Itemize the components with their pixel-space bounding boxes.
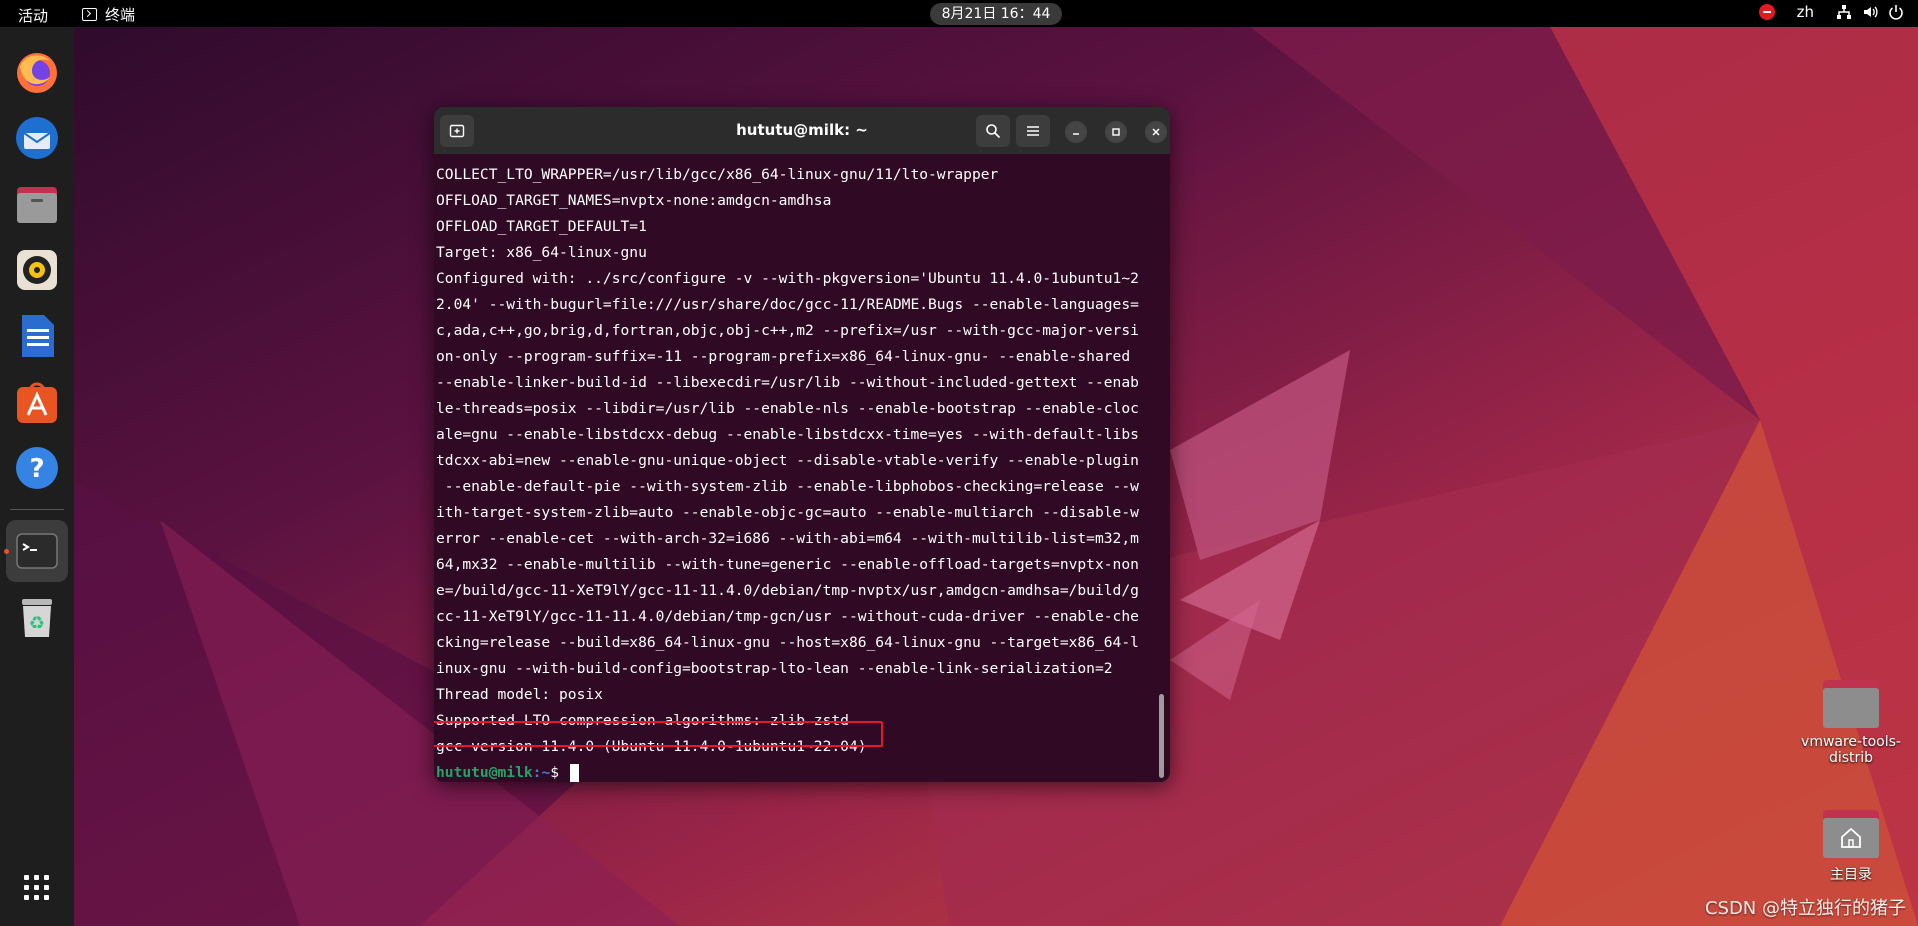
app-center-icon xyxy=(17,382,57,423)
firefox-launcher[interactable] xyxy=(12,47,62,97)
app-menu-terminal[interactable]: 终端 xyxy=(82,4,135,25)
prompt-symbol: $ xyxy=(550,764,560,781)
app-center-launcher[interactable] xyxy=(12,377,62,427)
thunderbird-icon xyxy=(16,117,58,159)
terminal-line: inux-gnu --with-build-config=bootstrap-l… xyxy=(436,660,1113,677)
files-launcher[interactable] xyxy=(12,179,62,229)
terminal-launcher[interactable] xyxy=(12,526,62,576)
terminal-line: 2.04' --with-bugurl=file:///usr/share/do… xyxy=(436,296,1139,313)
dock: ? ♻ xyxy=(0,27,74,926)
terminal-line: Configured with: ../src/configure -v --w… xyxy=(436,270,1139,287)
watermark: CSDN @特立独行的猪子 xyxy=(1704,898,1906,919)
app-menu-label: 终端 xyxy=(105,6,136,24)
system-tray: zh xyxy=(1758,3,1904,21)
do-not-disturb-icon[interactable] xyxy=(1758,4,1775,20)
trash-icon: ♻ xyxy=(22,599,52,637)
desktop-item-label: vmware-tools- xyxy=(1801,734,1901,750)
terminal-line: cc-11-XeT9lY/gcc-11-11.4.0/debian/tmp-gc… xyxy=(436,608,1139,625)
terminal-line: e=/build/gcc-11-XeT9lY/gcc-11-11.4.0/deb… xyxy=(436,582,1139,599)
rhythmbox-icon xyxy=(17,250,57,290)
trash-launcher[interactable]: ♻ xyxy=(12,593,62,643)
input-language-indicator[interactable]: zh xyxy=(1797,3,1814,21)
desktop-item-label: distrib xyxy=(1828,750,1874,766)
system-menu[interactable] xyxy=(1836,4,1904,20)
terminal-line: ale=gnu --enable-libstdcxx-debug --enabl… xyxy=(436,426,1139,443)
terminal-window[interactable]: hututu@milk: ~ COLLECT_LTO_WRAPPER=/usr/… xyxy=(434,107,1170,782)
search-icon xyxy=(986,124,1001,139)
files-icon xyxy=(17,187,57,223)
network-icon xyxy=(1837,5,1851,19)
terminal-cursor xyxy=(569,764,579,782)
prompt-path: :~ xyxy=(532,764,551,781)
terminal-small-icon xyxy=(82,8,97,21)
running-indicator xyxy=(4,549,9,554)
terminal-line: cking=release --build=x86_64-linux-gnu -… xyxy=(436,634,1139,651)
desktop-item-label: 主目录 xyxy=(1830,867,1872,883)
help-icon: ? xyxy=(16,447,58,489)
folder-icon xyxy=(1823,680,1879,728)
power-icon xyxy=(1889,5,1903,20)
search-button[interactable] xyxy=(976,115,1010,147)
terminal-line: Target: x86_64-linux-gnu xyxy=(436,244,647,261)
dock-separator xyxy=(10,509,64,510)
terminal-line: le-threads=posix --libdir=/usr/lib --ena… xyxy=(436,400,1139,417)
terminal-line: --enable-default-pie --with-system-zlib … xyxy=(436,478,1139,495)
maximize-icon xyxy=(1112,128,1120,136)
terminal-line: tdcxx-abi=new --enable-gnu-unique-object… xyxy=(436,452,1139,469)
thunderbird-launcher[interactable] xyxy=(12,113,62,163)
top-bar: 活动 终端 8月21日 16：44 zh xyxy=(0,0,1918,27)
svg-text:?: ? xyxy=(29,454,44,484)
menu-button[interactable] xyxy=(1016,115,1050,147)
highlight-annotation-box xyxy=(434,721,883,747)
show-apps-icon xyxy=(24,875,49,900)
terminal-icon xyxy=(16,533,58,569)
terminal-lines: COLLECT_LTO_WRAPPER=/usr/lib/gcc/x86_64-… xyxy=(436,162,1139,782)
minimize-button[interactable] xyxy=(1065,121,1087,143)
terminal-line: 64,mx32 --enable-multilib --with-tune=ge… xyxy=(436,556,1139,573)
firefox-icon xyxy=(17,53,57,93)
maximize-button[interactable] xyxy=(1105,121,1127,143)
help-launcher[interactable]: ? xyxy=(12,443,62,493)
close-button[interactable] xyxy=(1145,121,1167,143)
hamburger-menu-icon xyxy=(1027,126,1039,136)
terminal-line: Thread model: posix xyxy=(436,686,603,703)
terminal-line: ith-target-system-zlib=auto --enable-obj… xyxy=(436,504,1139,521)
rhythmbox-launcher[interactable] xyxy=(12,245,62,295)
terminal-titlebar[interactable]: hututu@milk: ~ xyxy=(434,107,1170,154)
terminal-scrollbar[interactable] xyxy=(1159,694,1164,778)
terminal-line: on-only --program-suffix=-11 --program-p… xyxy=(436,348,1131,365)
minimize-icon xyxy=(1073,133,1079,135)
svg-text:♻: ♻ xyxy=(29,613,45,634)
terminal-title: hututu@milk: ~ xyxy=(736,121,868,139)
activities-button[interactable]: 活动 xyxy=(18,5,48,26)
home-folder-icon xyxy=(1823,810,1879,858)
terminal-output[interactable]: COLLECT_LTO_WRAPPER=/usr/lib/gcc/x86_64-… xyxy=(434,154,1170,782)
terminal-line: OFFLOAD_TARGET_DEFAULT=1 xyxy=(436,218,647,235)
close-icon xyxy=(1152,128,1160,136)
home-icon xyxy=(1841,827,1861,848)
terminal-line: --enable-linker-build-id --libexecdir=/u… xyxy=(436,374,1139,391)
terminal-line: COLLECT_LTO_WRAPPER=/usr/lib/gcc/x86_64-… xyxy=(436,166,999,183)
desktop-folder-vmware-tools[interactable]: vmware-tools- distrib xyxy=(1796,680,1906,766)
writer-icon xyxy=(22,315,54,357)
clock-button[interactable]: 8月21日 16：44 xyxy=(930,3,1062,25)
show-apps-button[interactable] xyxy=(12,863,62,913)
terminal-line: c,ada,c++,go,brig,d,fortran,objc,obj-c++… xyxy=(436,322,1139,339)
desktop-folder-home[interactable]: 主目录 xyxy=(1796,810,1906,884)
terminal-line: error --enable-cet --with-arch-32=i686 -… xyxy=(436,530,1139,547)
prompt-user: hututu@milk xyxy=(436,764,533,781)
volume-icon xyxy=(1864,6,1878,18)
terminal-line: OFFLOAD_TARGET_NAMES=nvptx-none:amdgcn-a… xyxy=(436,192,832,209)
terminal-prompt-line: hututu@milk:~$ xyxy=(436,760,1139,782)
writer-launcher[interactable] xyxy=(12,311,62,361)
